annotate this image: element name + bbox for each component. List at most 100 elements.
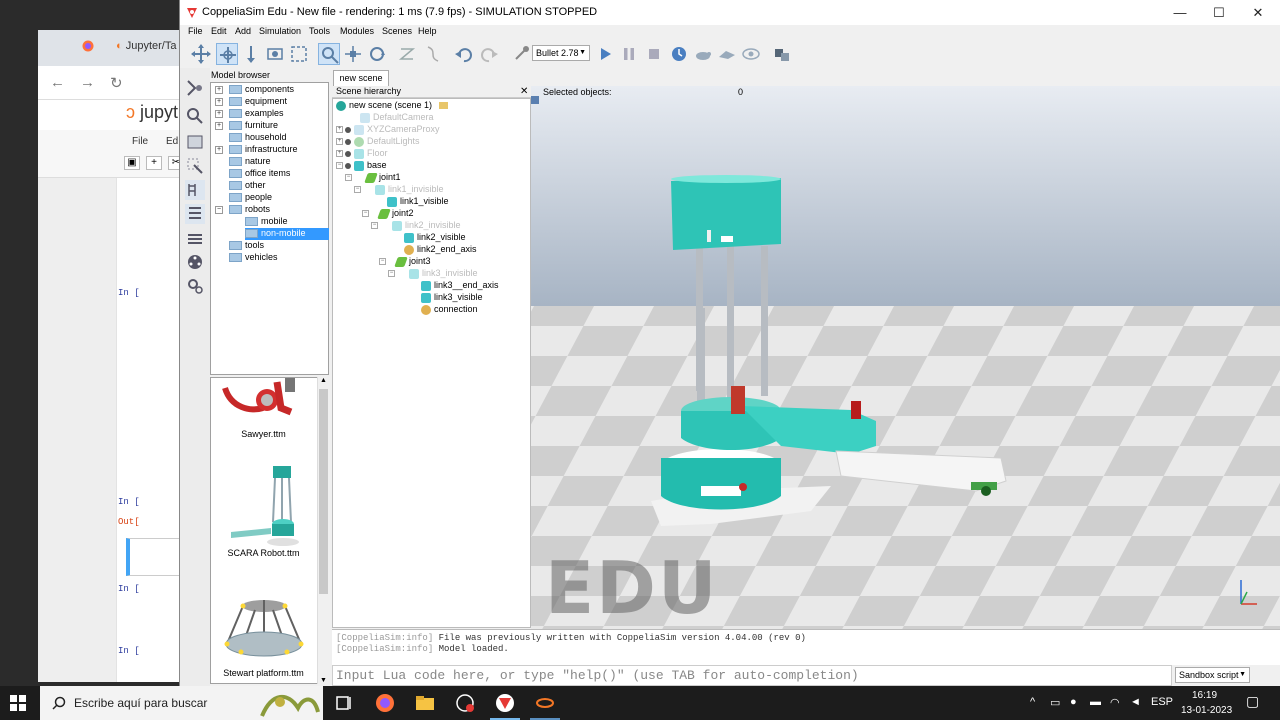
model-folder-components[interactable]: + components [215,84,294,96]
camera-opening-angle-icon[interactable] [264,43,286,65]
jupyter-menu-edit[interactable]: Ed [166,136,178,147]
close-icon[interactable]: ✕ [520,86,528,97]
camera-shift-icon[interactable] [240,43,262,65]
scene-node-joint1[interactable]: − joint1 [345,172,401,184]
slow-down-icon[interactable] [692,43,714,65]
camera-pan-icon[interactable] [190,43,212,65]
scene-node-joint2[interactable]: − joint2 [362,208,414,220]
volume-icon[interactable]: ◄ [1130,696,1141,708]
visualization-toggle-icon[interactable] [740,43,762,65]
assemble-icon[interactable] [396,43,418,65]
battery-icon[interactable]: ▬ [1090,696,1101,708]
collapse-icon[interactable]: − [388,270,395,278]
collapse-icon[interactable]: − [371,222,378,230]
file-explorer-icon[interactable] [414,693,436,713]
scene-hierarchy-toggle-icon[interactable] [185,204,205,224]
task-view-icon[interactable] [334,693,356,713]
maximize-button[interactable]: ☐ [1203,3,1235,23]
pause-simulation-icon[interactable] [618,43,640,65]
physics-engine-dropdown[interactable]: Bullet 2.78 ▼ [532,45,590,61]
real-time-icon[interactable] [668,43,690,65]
model-thumbnail-sawyer[interactable]: Sawyer.ttm [211,378,317,444]
reload-icon[interactable]: ↻ [110,74,123,92]
visibility-icon[interactable] [345,126,351,133]
add-cell-icon[interactable]: + [146,156,162,170]
active-code-cell[interactable] [126,538,182,576]
tab-new-scene[interactable]: new scene [333,70,389,86]
windows-start-icon[interactable] [10,695,26,711]
expand-icon[interactable]: + [336,126,343,134]
clock-date[interactable]: 13-01-2023 [1181,705,1232,716]
scene-node-link3-visible[interactable]: link3_visible [421,292,483,304]
video-recorder-icon[interactable] [185,252,205,272]
click-selection-icon[interactable] [318,43,340,65]
model-folder-furniture[interactable]: + furniture [215,120,278,132]
scene-node-root[interactable]: new scene (scene 1) [336,100,448,112]
clock-time[interactable]: 16:19 [1192,690,1217,701]
collapse-icon[interactable]: − [354,186,361,194]
scene-node-link1-invisible[interactable]: − link1_invisible [354,184,444,196]
expand-icon[interactable]: + [336,150,343,158]
expand-icon[interactable]: + [215,146,223,154]
model-folder-tools[interactable]: tools [229,240,264,252]
model-folder-infrastructure[interactable]: + infrastructure [215,144,298,156]
model-folder-examples[interactable]: + examples [215,108,284,120]
scene-objects-icon[interactable] [771,43,793,65]
menu-scenes[interactable]: Scenes [382,26,412,36]
language-indicator[interactable]: ESP [1151,696,1173,708]
object-rotate-icon[interactable] [366,43,388,65]
model-folder-household[interactable]: household [229,132,287,144]
browser-tab-jupyter[interactable]: ◐ Jupyter/Ta [116,40,176,52]
expand-icon[interactable]: + [215,98,223,106]
jupyter-menu-file[interactable]: File [132,136,148,147]
speed-up-icon[interactable] [716,43,738,65]
visibility-icon[interactable] [345,162,351,169]
expand-icon[interactable]: + [336,138,343,146]
scene-node-link1-visible[interactable]: link1_visible [387,196,449,208]
scene-node-link2-invisible[interactable]: − link2_invisible [371,220,461,232]
scene-node-defaultlights[interactable]: + DefaultLights [336,136,420,148]
expand-icon[interactable]: + [215,122,223,130]
menu-tools[interactable]: Tools [309,26,330,36]
scrollbar-thumb[interactable] [319,389,328,594]
model-folder-equipment[interactable]: + equipment [215,96,287,108]
model-folder-office-items[interactable]: office items [229,168,290,180]
meet-now-icon[interactable]: ▭ [1050,696,1060,709]
menu-edit[interactable]: Edit [211,26,227,36]
transfer-dna-icon[interactable] [422,43,444,65]
collapse-icon[interactable]: − [345,174,352,182]
3d-viewport[interactable]: Selected objects: 0 EDU [531,86,1280,629]
model-folder-other[interactable]: other [229,180,266,192]
collapse-icon[interactable]: − [336,162,343,170]
lua-command-input[interactable]: Input Lua code here, or type "help()" (u… [332,665,1172,686]
selection-icon[interactable] [185,156,205,176]
notifications-icon[interactable]: ▢ [1246,693,1259,710]
close-button[interactable]: ✕ [1242,3,1274,23]
scene-node-link3-end-axis[interactable]: link3__end_axis [421,280,499,292]
back-arrow-icon[interactable]: ← [50,74,65,91]
model-folder-nature[interactable]: nature [229,156,271,168]
recorder-icon[interactable] [454,693,476,713]
firefox-taskbar-icon[interactable] [374,693,396,713]
script-context-dropdown[interactable]: Sandbox script ▼ [1175,667,1250,683]
model-folder-non-mobile[interactable]: non-mobile [245,228,329,240]
layers-icon[interactable] [185,132,205,152]
menu-file[interactable]: File [188,26,203,36]
scene-node-link2-end-axis[interactable]: link2_end_axis [404,244,477,256]
jupyter-taskbar-icon[interactable] [534,693,556,713]
forward-arrow-icon[interactable]: → [80,74,95,91]
thumbnails-scrollbar[interactable]: ▲ ▼ [317,377,329,684]
wifi-icon[interactable]: ◠ [1110,696,1120,709]
model-folder-people[interactable]: people [229,192,272,204]
scroll-up-icon[interactable]: ▲ [320,377,327,384]
menu-add[interactable]: Add [235,26,251,36]
model-thumbnail-stewart[interactable]: Stewart platform.ttm [211,584,317,682]
expand-icon[interactable]: + [215,110,223,118]
scene-node-link3-invisible[interactable]: − link3_invisible [388,268,478,280]
menu-simulation[interactable]: Simulation [259,26,301,36]
scene-node-link2-visible[interactable]: link2_visible [404,232,466,244]
start-simulation-icon[interactable] [594,43,616,65]
model-browser-search-icon[interactable] [185,106,205,126]
microphone-icon[interactable]: ● [1070,696,1077,708]
coppeliasim-taskbar-icon[interactable] [494,693,516,713]
